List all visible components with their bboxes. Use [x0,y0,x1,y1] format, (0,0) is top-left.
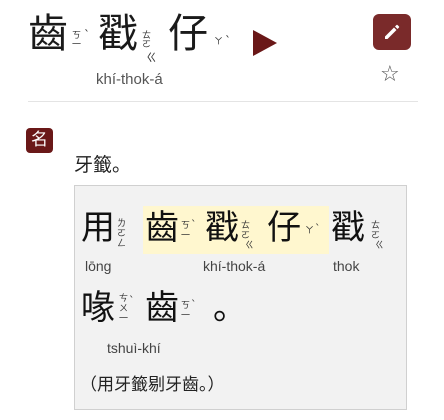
headword-romanization: khí-thok-á [96,71,163,88]
zhuyin: ㄘㄨ一 [119,294,129,324]
example-char: 戳 [205,208,239,248]
example-romanization: thok [333,258,360,274]
zhuyin: ㄎ一 [72,31,82,50]
zhuyin-stop-mark: ㄍ [245,241,255,251]
example-sentence-box: 用 ㄌㄛㄥ 齒 ㄎ一 ˋ 戳 ㄊㄛ ㄍ 仔 ㄚ ˋ 戳 ㄊㄛ ㄍ lōng kh… [74,185,407,410]
zhuyin: ㄎ一 [181,301,191,321]
example-romanization: khí-thok-á [203,258,266,274]
zhuyin-stop-mark: ㄍ [375,241,385,251]
zhuyin: ㄌㄛㄥ [117,219,127,249]
pencil-icon [385,24,400,39]
tone-mark: ˋ [129,294,135,307]
zhuyin: ㄊㄛ [371,221,381,241]
divider [28,101,418,102]
headword-char: 戳 [98,11,138,57]
zhuyin-stop-mark: ㄍ [146,51,157,64]
example-char: 。 [213,288,247,328]
headword-char: 仔 [168,11,208,57]
tone-mark: ˋ [84,28,90,42]
example-char: 仔 [267,208,301,248]
headword-char: 齒 [28,11,68,57]
example-translation: （用牙籤剔牙齒。） [80,375,225,395]
zhuyin: ㄚ [214,37,224,47]
zhuyin: ㄊㄛ [241,221,251,241]
example-char: 喙 [81,288,115,328]
example-romanization: lōng [85,258,112,274]
play-audio-button[interactable] [253,30,277,56]
example-romanization: tshuì-khí [107,340,161,356]
tone-mark: ˋ [191,298,197,311]
tone-mark: ˋ [191,218,197,231]
definition-text: 牙籤。 [74,154,132,176]
example-char: 齒 [145,208,179,248]
favorite-star-icon[interactable]: ☆ [380,64,400,86]
example-char: 戳 [331,208,365,248]
tone-mark: ˋ [225,34,231,48]
zhuyin: ㄊㄛ [142,31,152,50]
example-char: 用 [81,208,115,248]
edit-button[interactable] [373,14,411,50]
example-char: 齒 [145,288,179,328]
zhuyin: ㄚ [305,226,315,236]
part-of-speech-badge: 名 [26,128,53,153]
tone-mark: ˋ [315,222,321,235]
zhuyin: ㄎ一 [181,221,191,241]
